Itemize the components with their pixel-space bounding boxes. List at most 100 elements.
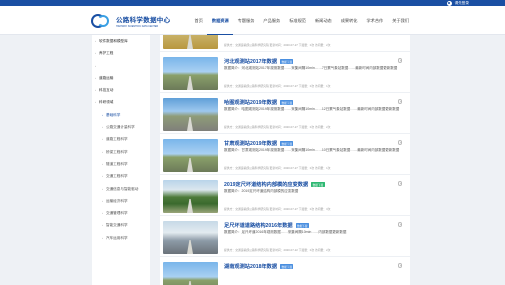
dataset-meta: 提供方：交通运输部公路科学研究院 更新时间：2020-07-27 下载量：0次 … [224,43,331,47]
dataset-card[interactable]: 提供方：交通运输部公路科学研究院 更新时间：2020-07-27 下载量：0次 … [160,35,410,52]
dataset-meta: 提供方：交通运输部公路科学研究院 更新时间：2020-07-27 下载量：0次 … [224,125,331,129]
sidebar-subitem[interactable]: › 汽车运用科学 [92,232,150,244]
chevron-right-icon: › [102,137,103,142]
sidebar-subitem[interactable]: › 隧道工程科学 [92,158,150,170]
dataset-title[interactable]: 甘肃观测站2019年数据 [224,140,277,147]
dataset-card[interactable]: 足尺坏道道路结构2016年数据 数据下载数据简介：足尺坏道2016年观测数据……采… [160,217,410,257]
sidebar-item-label: 养护工程 [99,51,114,56]
sidebar-subitem[interactable]: › 基础科学 [92,109,150,121]
dataset-description: 数据简介：哈图观测站2019年观测数据……采集间隔10min……12日累气象站数… [224,107,400,111]
dataset-card[interactable]: 2019定尺坏道结构内部模的应变数据 数据下载数据简介：2019定尺坏道结构内部模… [160,176,410,216]
chevron-right-icon: › [95,100,96,105]
sidebar-item-label: 交通管理科学 [106,211,128,216]
logo-subtitle: HIGHWAY SCIENTIFIC DATA CENTER [116,25,159,28]
favorite-icon[interactable] [397,140,402,145]
chevron-right-icon: › [102,149,103,154]
chevron-right-icon: › [102,211,103,216]
chevron-right-icon: › [102,223,103,228]
nav-item[interactable]: 产品服务 [259,6,285,35]
sidebar-item[interactable]: › 科研领域 [92,96,150,108]
chevron-right-icon: › [95,51,96,56]
chevron-right-icon: › [95,39,96,43]
page-background [410,35,505,285]
dataset-meta: 提供方：交通运输部公路科学研究院 更新时间：2020-07-27 下载量：0次 … [224,84,331,88]
category-sidebar: › 软件数据和模型库 › 养护工程 › › 道路运输 › 科技互动 › 科研领域 › 基础科学 › 公路交通… [92,35,150,285]
sidebar-item-label: 科技互动 [99,88,114,93]
download-badge[interactable]: 数据下载 [280,141,294,146]
dataset-description: 数据简介：2019定尺坏道结构内部模的应变数据 [224,189,299,193]
download-badge[interactable]: 数据下载 [280,59,294,64]
sidebar-item-label: 软件数据和模型库 [99,39,128,43]
sidebar-item[interactable]: › 软件数据和模型库 [92,35,150,47]
chevron-right-icon: › [102,125,103,130]
sidebar-item-label: 道路工程科学 [106,137,128,142]
login-label[interactable]: 请先登录 [455,1,469,6]
dataset-title[interactable]: 湖南观测站2018年数据 [224,263,277,270]
download-badge[interactable]: 数据下载 [311,182,325,187]
dataset-thumbnail[interactable] [163,221,218,254]
sidebar-item[interactable]: › 养护工程 [92,47,150,59]
chevron-right-icon: › [102,161,103,166]
nav-item[interactable]: 新闻动态 [310,6,336,35]
sidebar-item[interactable]: › 道路运输 [92,72,150,84]
nav-item[interactable]: 标准规范 [285,6,311,35]
sidebar-subitem[interactable]: › 交通工程科学 [92,170,150,182]
dataset-title[interactable]: 河北观测站2017年数据 [224,58,277,65]
favorite-icon[interactable] [397,222,402,227]
nav-item[interactable]: 首页 [190,6,207,35]
dataset-card[interactable]: 哈图观测站2019年数据 数据下载数据简介：哈图观测站2019年观测数据……采集间… [160,94,410,134]
dataset-description: 数据简介：甘肃观测站2019年观测数据……采集间隔10min……10日累气象站数… [224,148,400,152]
dataset-meta: 提供方：交通运输部公路科学研究院 更新时间：2020-07-22 下载量：0次 … [224,248,331,252]
dataset-thumbnail[interactable] [163,139,218,172]
dataset-title[interactable]: 足尺坏道道路结构2016年数据 [224,222,293,229]
sidebar-subitem[interactable]: › 智能交通科学 [92,219,150,231]
favorite-icon[interactable] [397,263,402,268]
favorite-icon[interactable] [397,99,402,104]
download-badge[interactable]: 数据下载 [280,264,294,269]
dataset-card[interactable]: 甘肃观测站2019年数据 数据下载数据简介：甘肃观测站2019年观测数据……采集间… [160,135,410,175]
dataset-thumbnail[interactable] [163,180,218,213]
sidebar-subitem[interactable]: › 道路工程科学 [92,133,150,145]
sidebar-item-label: 运输经济科学 [106,198,128,203]
sidebar-item[interactable]: › 科技互动 [92,84,150,96]
sidebar-item-label: 基础科学 [106,112,121,117]
dataset-list: 提供方：交通运输部公路科学研究院 更新时间：2020-07-27 下载量：0次 … [160,35,410,285]
dataset-card[interactable]: 湖南观测站2018年数据 数据下载 [160,258,410,285]
sidebar-item[interactable]: › [92,60,150,72]
logo-icon [91,14,113,28]
sidebar-item-label: 交通工程科学 [106,174,128,179]
logo-title: 公路科学数据中心 [116,17,171,24]
dataset-card[interactable]: 河北观测站2017年数据 数据下载数据简介：河北观测站2017年观测数据……采集间… [160,53,410,93]
chevron-right-icon: › [102,186,103,191]
nav-item[interactable]: 数据资源 [207,6,234,35]
sidebar-subitem[interactable]: › 桥梁工程科学 [92,146,150,158]
sidebar-item-label: 科研领域 [99,100,114,105]
nav-item[interactable]: 成果转化 [336,6,362,35]
nav-item[interactable]: 关于我们 [388,6,414,35]
nav-item[interactable]: 学术合作 [362,6,388,35]
dataset-description: 数据简介：河北观测站2017年观测数据……采集间隔10min……7日累气象站数据… [224,66,398,70]
sidebar-subitem[interactable]: › 公路交通计量科学 [92,121,150,133]
sidebar-subitem[interactable]: › 交通信息与智能驱动 [92,183,150,195]
chevron-right-icon: › [102,198,103,203]
dataset-description: 数据简介：足尺坏道2016年观测数据……采集间隔10min……内部数据更新数据 [224,230,347,234]
dataset-thumbnail[interactable] [163,57,218,90]
site-logo[interactable]: 公路科学数据中心 HIGHWAY SCIENTIFIC DATA CENTER [91,14,170,28]
dataset-thumbnail[interactable] [163,98,218,131]
sidebar-item-label: 道路运输 [99,75,114,80]
dataset-title[interactable]: 2019定尺坏道结构内部模的应变数据 [224,181,308,188]
dataset-thumbnail[interactable] [163,35,218,49]
favorite-icon[interactable] [397,181,402,186]
chevron-right-icon: › [95,88,96,93]
download-badge[interactable]: 数据下载 [295,223,309,228]
dataset-thumbnail[interactable] [163,262,218,285]
nav-item[interactable]: 专题服务 [233,6,259,35]
sidebar-subitem[interactable]: › 交通管理科学 [92,207,150,219]
chevron-right-icon: › [95,75,96,80]
dataset-title[interactable]: 哈图观测站2019年数据 [224,99,277,106]
download-badge[interactable]: 数据下载 [280,100,294,105]
main-nav: 首页 数据资源 专题服务 产品服务 标准规范 新闻动态 成果转化 学术合作 关于我们 [190,6,414,35]
sidebar-subitem[interactable]: › 运输经济科学 [92,195,150,207]
chevron-right-icon: › [102,235,103,240]
favorite-icon[interactable] [397,58,402,63]
